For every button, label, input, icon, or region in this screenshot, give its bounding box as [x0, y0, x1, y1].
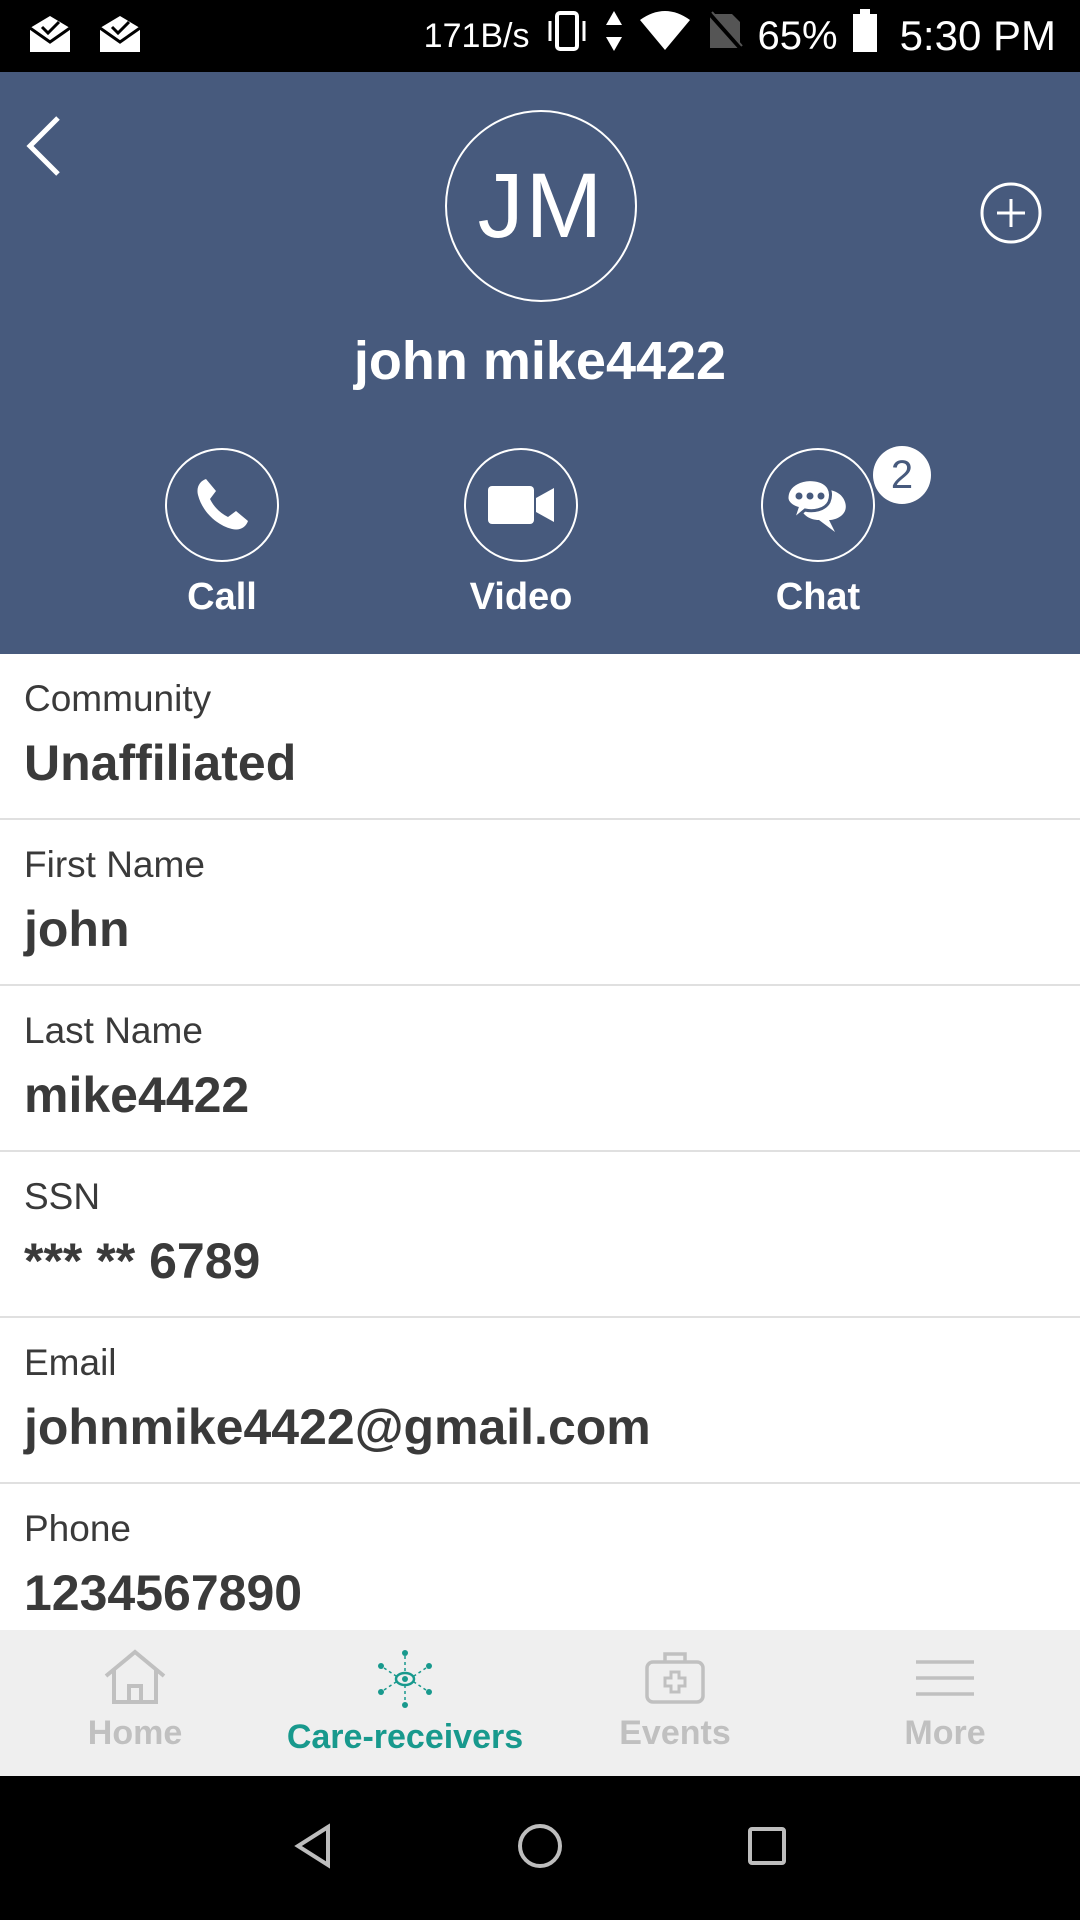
field-last-name[interactable]: Last Name mike4422: [0, 986, 1080, 1152]
system-nav-bar: [0, 1776, 1080, 1920]
field-first-name[interactable]: First Name john: [0, 820, 1080, 986]
menu-icon: [916, 1660, 974, 1696]
back-button[interactable]: [16, 102, 76, 182]
field-email[interactable]: Email johnmike4422@gmail.com: [0, 1318, 1080, 1484]
field-label: SSN: [24, 1176, 101, 1217]
avatar: JM: [445, 110, 637, 302]
profile-header: JM john mike4422 Call Video 2 Chat: [0, 72, 1080, 654]
data-arrows-icon: [604, 9, 624, 63]
wifi-icon: [638, 10, 692, 62]
video-button[interactable]: Video: [431, 448, 611, 619]
no-sim-icon: [706, 10, 744, 62]
field-value: 1234567890: [24, 1565, 303, 1621]
video-camera-icon: [488, 486, 554, 524]
tab-label: More: [904, 1714, 986, 1752]
field-value: john: [24, 901, 130, 957]
field-phone[interactable]: Phone 1234567890: [0, 1484, 1080, 1650]
field-ssn[interactable]: SSN *** ** 6789: [0, 1152, 1080, 1318]
field-value: *** ** 6789: [24, 1233, 261, 1289]
chevron-left-icon: [26, 116, 60, 176]
field-label: First Name: [24, 844, 205, 885]
chat-bubbles-icon: [785, 478, 846, 532]
tab-label: Home: [87, 1714, 183, 1752]
clock: 5:30 PM: [899, 12, 1056, 59]
field-label: Email: [24, 1342, 117, 1383]
field-label: Community: [24, 678, 212, 719]
field-value: Unaffiliated: [24, 735, 297, 791]
field-value: johnmike4422@gmail.com: [24, 1399, 651, 1455]
vibrate-icon: [544, 9, 590, 63]
chat-badge: 2: [873, 446, 931, 504]
field-value: mike4422: [24, 1067, 250, 1123]
nav-recents-button[interactable]: [742, 1821, 792, 1876]
phone-icon: [197, 479, 248, 530]
battery-percent: 65%: [757, 13, 838, 58]
mail-check-icon: [98, 14, 142, 59]
home-icon: [104, 1649, 166, 1704]
battery-icon: [852, 9, 878, 63]
tab-care-receivers[interactable]: Care-receivers: [270, 1630, 540, 1776]
care-network-icon: [378, 1650, 432, 1708]
add-button[interactable]: [978, 180, 1044, 246]
field-label: Phone: [24, 1508, 131, 1549]
tab-more[interactable]: More: [810, 1630, 1080, 1776]
field-community[interactable]: Community Unaffiliated: [0, 654, 1080, 820]
status-bar: 171B/s 65% 5:30 PM: [0, 0, 1080, 72]
square-recents-icon: [747, 1826, 786, 1865]
mail-check-icon: [28, 14, 72, 59]
call-button[interactable]: Call: [132, 448, 312, 619]
video-label: Video: [469, 576, 573, 618]
medical-kit-icon: [645, 1652, 705, 1704]
chat-button[interactable]: 2 Chat: [728, 446, 931, 619]
triangle-back-icon: [294, 1822, 331, 1869]
circle-home-icon: [517, 1823, 562, 1868]
profile-name: john mike4422: [353, 331, 727, 391]
plus-circle-icon: [980, 182, 1042, 244]
nav-home-button[interactable]: [515, 1821, 565, 1876]
tab-label: Care-receivers: [286, 1718, 524, 1756]
chat-label: Chat: [775, 576, 861, 618]
network-speed: 171B/s: [423, 16, 530, 55]
profile-fields: Community Unaffiliated First Name john L…: [0, 654, 1080, 1650]
tab-label: Events: [619, 1714, 731, 1752]
tab-events[interactable]: Events: [540, 1630, 810, 1776]
field-label: Last Name: [24, 1010, 203, 1051]
tab-home[interactable]: Home: [0, 1630, 270, 1776]
call-label: Call: [187, 576, 257, 618]
nav-back-button[interactable]: [288, 1821, 338, 1876]
bottom-tab-bar: Home Care-receivers Events More: [0, 1630, 1080, 1776]
